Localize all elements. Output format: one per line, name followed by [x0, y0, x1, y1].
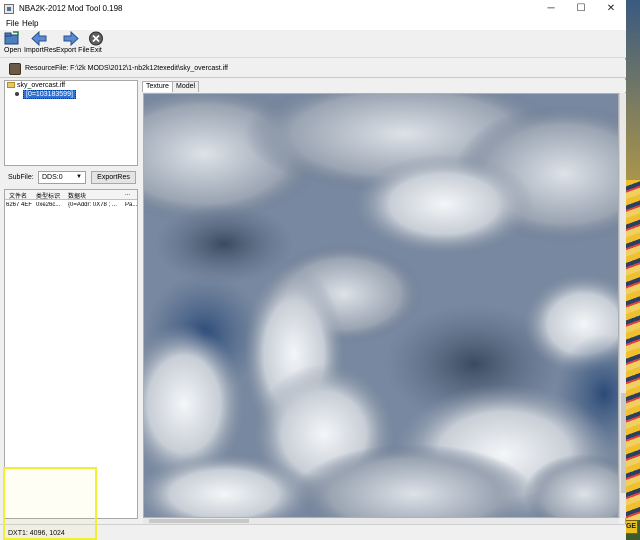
open-label: Open [4, 47, 22, 54]
column-header-type[interactable]: 类型标识 [36, 191, 68, 200]
chevron-down-icon: ▼ [76, 174, 82, 180]
scrollbar-thumb[interactable] [621, 393, 626, 493]
desktop-shortcut-icon[interactable]: GE [624, 520, 638, 534]
exit-button[interactable]: Exit [88, 31, 104, 57]
arrow-left-icon [31, 31, 47, 46]
column-header-filename[interactable]: 文件名 [9, 191, 37, 200]
tree-node-icon [15, 92, 19, 97]
arrow-right-icon [63, 31, 79, 46]
tab-model[interactable]: Model [172, 81, 200, 92]
open-button[interactable]: Open [4, 31, 22, 57]
texture-preview[interactable] [143, 93, 619, 518]
resource-file-bar: ResourceFile: F:\2k MODS\2012\1-nb2k12te… [0, 60, 626, 78]
table-cell: 6267 4EF [6, 202, 33, 208]
tree-child-item[interactable]: [0=103183599] [15, 90, 76, 99]
import-res-label: ImportRes [24, 47, 57, 54]
export-file-button[interactable]: Export File [56, 31, 90, 57]
resource-file-icon [9, 63, 21, 75]
app-window: NBA2K-2012 Mod Tool 0.198 ─ ☐ ✕ File Hel… [0, 0, 626, 540]
window-title: NBA2K-2012 Mod Tool 0.198 [19, 4, 123, 13]
exit-icon [89, 31, 103, 46]
resource-file-path: ResourceFile: F:\2k MODS\2012\1-nb2k12te… [25, 65, 228, 72]
cloud-texture-image [144, 94, 618, 517]
subfile-label: SubFile: [8, 174, 34, 181]
tab-texture[interactable]: Texture [142, 81, 173, 92]
import-res-button[interactable]: ImportRes [24, 31, 57, 57]
tree-child-label: [0=103183599] [23, 90, 76, 99]
title-bar: NBA2K-2012 Mod Tool 0.198 ─ ☐ ✕ [0, 0, 626, 18]
column-header-more[interactable]: ... [125, 191, 137, 197]
viewer-vertical-scrollbar[interactable] [619, 93, 626, 518]
table-cell: {0=Addr: 0X78 ; ... [68, 202, 117, 208]
close-button[interactable]: ✕ [596, 0, 626, 18]
export-file-label: Export File [56, 47, 90, 54]
table-row[interactable]: 6267 4EF 0xe26c... {0=Addr: 0X78 ; ... P… [5, 201, 137, 211]
app-icon [4, 4, 14, 14]
minimize-button[interactable]: ─ [536, 0, 566, 18]
exit-label: Exit [90, 47, 102, 54]
table-cell: 0xe26c... [36, 202, 61, 208]
viewer-tabs: Texture Model [142, 80, 626, 92]
subfile-select-value: DDS:0 [42, 174, 63, 181]
highlight-box [3, 467, 97, 540]
menu-bar: File Help [0, 18, 626, 30]
desktop-wallpaper-strip [626, 180, 640, 520]
menu-file[interactable]: File [6, 19, 19, 28]
subfile-row: SubFile: DDS:0 ▼ ExportRes [4, 168, 138, 188]
tree-root-label: sky_overcast.iff [17, 82, 66, 89]
menu-help[interactable]: Help [22, 19, 38, 28]
tree-root-item[interactable]: sky_overcast.iff [7, 82, 65, 89]
toolbar: Open ImportRes Export File Exit [0, 30, 626, 58]
folder-icon [7, 82, 15, 89]
scrollbar-thumb[interactable] [149, 519, 249, 523]
maximize-button[interactable]: ☐ [566, 0, 596, 18]
column-header-data[interactable]: 数据块 [68, 191, 124, 200]
table-cell: Pa... [125, 202, 137, 208]
file-tree[interactable]: sky_overcast.iff [0=103183599] [4, 80, 138, 166]
table-header: 文件名 类型标识 数据块 ... [5, 190, 137, 200]
export-res-button[interactable]: ExportRes [91, 171, 136, 184]
subfile-select[interactable]: DDS:0 ▼ [38, 171, 86, 184]
open-folder-icon [4, 31, 19, 45]
